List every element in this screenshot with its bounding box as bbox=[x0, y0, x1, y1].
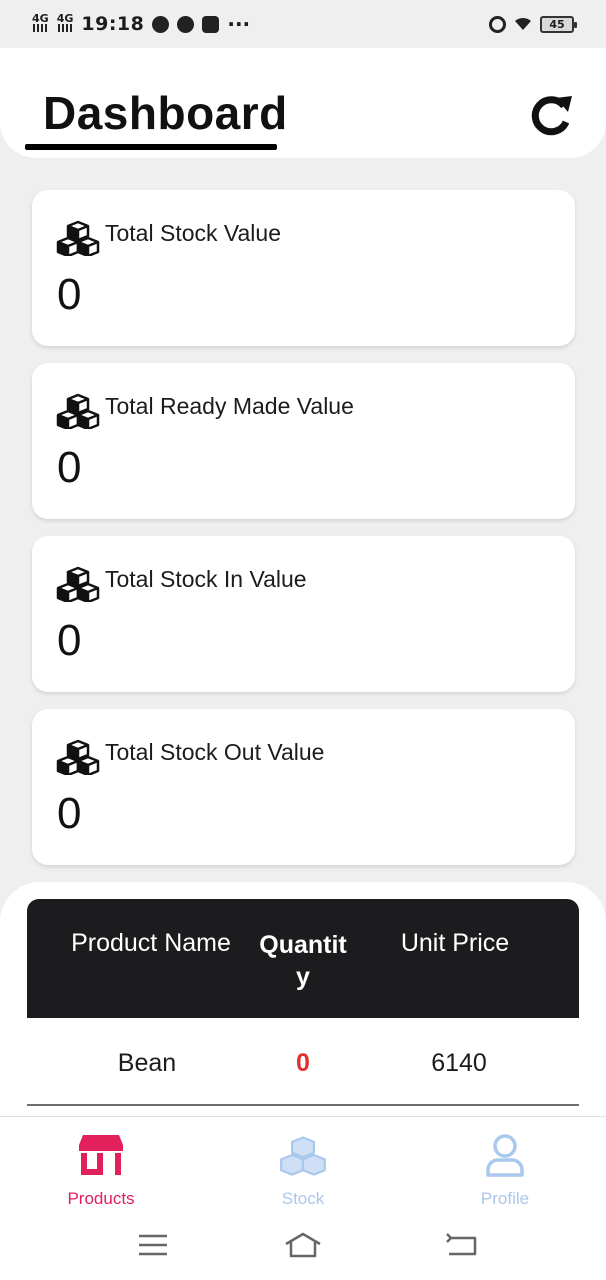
signal-icon: 4G bbox=[56, 12, 74, 34]
nav-label: Products bbox=[67, 1189, 135, 1208]
stat-label: Total Stock In Value bbox=[105, 566, 307, 592]
title-underline bbox=[25, 144, 277, 150]
store-icon bbox=[79, 1135, 123, 1175]
menu-icon[interactable] bbox=[133, 1230, 173, 1260]
boxes-icon bbox=[56, 393, 100, 429]
telegram-icon bbox=[152, 15, 170, 33]
stat-card-total-stock-in-value: Total Stock In Value 0 bbox=[32, 536, 575, 692]
message-icon bbox=[177, 15, 195, 33]
boxes-icon bbox=[56, 220, 100, 256]
refresh-button[interactable] bbox=[524, 88, 578, 142]
boxes-icon bbox=[56, 739, 100, 775]
column-header-unit-price[interactable]: Unit Price bbox=[367, 929, 543, 958]
battery-icon: 45 bbox=[540, 15, 577, 33]
nav-label: Stock bbox=[281, 1189, 325, 1208]
alarm-icon bbox=[489, 15, 506, 33]
network-type: 4G bbox=[56, 12, 74, 25]
home-icon[interactable] bbox=[283, 1230, 323, 1260]
cell-quantity: 0 bbox=[296, 1049, 310, 1077]
youtube-icon bbox=[202, 15, 220, 33]
table-header: Product Name Quantity Unit Price bbox=[27, 899, 579, 1018]
status-left: 4G 4G 19:18 ··· bbox=[32, 13, 250, 35]
cell-unit-price: 6140 bbox=[431, 1049, 487, 1077]
signal-icon: 4G bbox=[32, 12, 49, 34]
page-title: Dashboard bbox=[43, 87, 288, 139]
column-header-quantity[interactable]: Quantity bbox=[259, 929, 347, 993]
network-type: 4G bbox=[32, 12, 49, 25]
status-right: 45 bbox=[489, 15, 577, 33]
back-icon[interactable] bbox=[443, 1230, 483, 1260]
stat-label: Total Stock Out Value bbox=[105, 739, 325, 765]
cell-product-name: Bean bbox=[117, 1049, 177, 1077]
battery-level: 45 bbox=[549, 17, 565, 31]
system-navigation-bar bbox=[0, 1222, 606, 1266]
clock: 19:18 bbox=[81, 13, 145, 35]
user-icon bbox=[486, 1134, 524, 1177]
stat-value: 0 bbox=[57, 270, 82, 319]
stat-card-total-stock-out-value: Total Stock Out Value 0 bbox=[32, 709, 575, 865]
boxes-icon bbox=[56, 566, 100, 602]
nav-item-stock[interactable]: Stock bbox=[202, 1117, 404, 1217]
wifi-icon bbox=[515, 17, 531, 30]
status-bar: 4G 4G 19:18 ··· 45 bbox=[0, 0, 606, 48]
stat-value: 0 bbox=[57, 789, 82, 838]
stat-card-total-stock-value: Total Stock Value 0 bbox=[32, 190, 575, 346]
column-header-product-name[interactable]: Product Name bbox=[27, 929, 275, 958]
nav-label: Profile bbox=[480, 1189, 530, 1208]
stat-label: Total Stock Value bbox=[105, 220, 282, 246]
app-header: Dashboard bbox=[0, 48, 606, 158]
table-row[interactable]: Bean 0 6140 bbox=[27, 1018, 579, 1106]
stat-value: 0 bbox=[57, 616, 82, 665]
refresh-icon bbox=[531, 96, 572, 136]
stat-card-total-ready-made-value: Total Ready Made Value 0 bbox=[32, 363, 575, 519]
stat-label: Total Ready Made Value bbox=[105, 393, 354, 419]
more-notifications-icon: ··· bbox=[227, 12, 251, 36]
nav-item-products[interactable]: Products bbox=[0, 1117, 202, 1217]
stat-value: 0 bbox=[57, 443, 82, 492]
nav-item-profile[interactable]: Profile bbox=[404, 1117, 606, 1217]
boxes-icon bbox=[280, 1136, 326, 1176]
